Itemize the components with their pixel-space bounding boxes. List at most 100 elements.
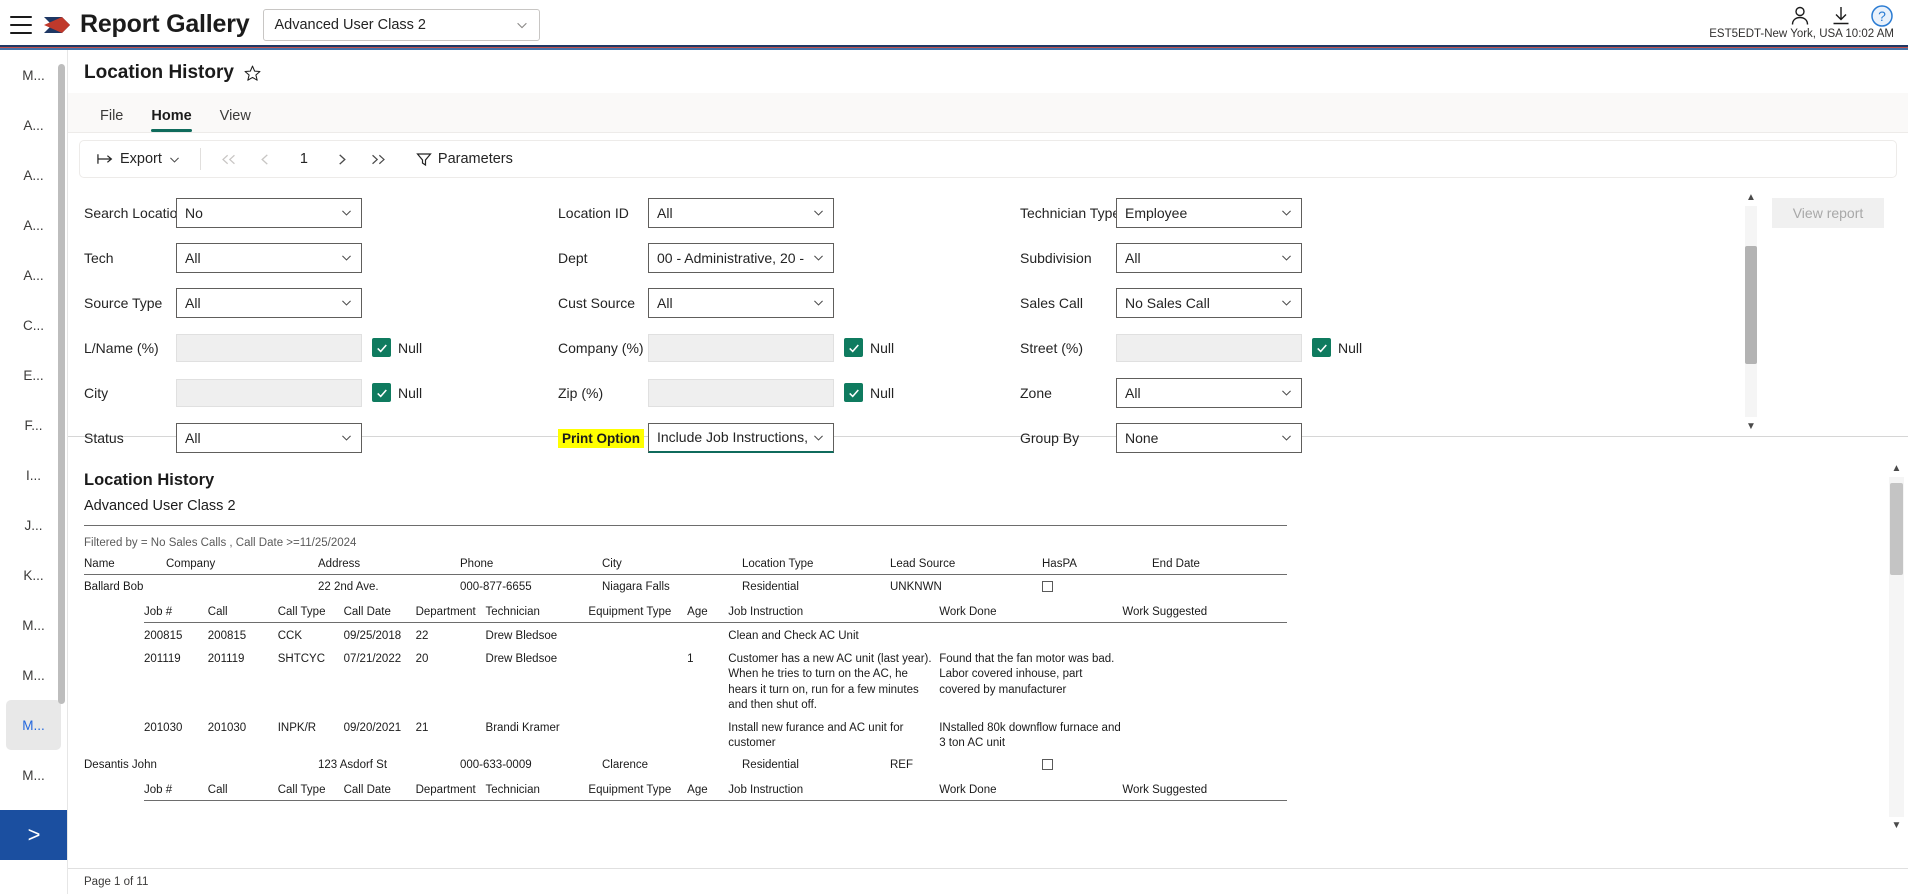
param-dropdown-cust-source[interactable]: All [648,287,834,318]
job-row[interactable]: 201030 201030 INPK/R 09/20/2021 21 Brandi Kra… [144,715,1287,753]
rail-item-14[interactable]: M... [6,750,61,800]
param-dropdown-location-id[interactable]: All [648,197,834,228]
first-page-button[interactable] [211,145,247,173]
sub-table-row: Job # Call Call Type Call Date Department Tec… [84,775,1287,802]
param-dropdown-source-type[interactable]: All [176,287,362,318]
rail-item-8[interactable]: I... [6,450,61,500]
param-null-group-city: Null [372,383,422,402]
param-input-street[interactable] [1116,333,1302,362]
table-row[interactable]: Desantis John 123 Asdorf St 000-633-0009 Cl… [84,753,1287,775]
sub-col-header: Department [415,597,486,623]
rail-item-6[interactable]: E... [6,350,61,400]
job-row[interactable]: 200815 200815 CCK 09/25/2018 22 Drew Bledsoe C… [144,623,1287,647]
chevron-down-icon [342,210,351,216]
cell-department: 20 [415,653,429,666]
param-dropdown-status[interactable]: All [176,422,362,453]
rail-item-0[interactable]: M... [6,50,61,100]
cell-call: 200815 [207,630,247,642]
param-dropdown-tech[interactable]: All [176,242,362,273]
page-header: Location History [68,50,1908,84]
rail-item-13[interactable]: M... [6,700,61,750]
param-dropdown-search-location[interactable]: No [176,197,362,228]
rail-item-12[interactable]: M... [6,650,61,700]
sub-col-header: Technician [485,597,589,623]
download-icon[interactable] [1829,4,1853,28]
param-label-zip: Zip (%) [558,384,604,401]
tab-view[interactable]: View [206,103,265,132]
cell-call-type: INPK/R [277,721,317,734]
export-button[interactable]: Export [88,147,190,171]
param-input-zip[interactable] [648,378,834,407]
param-input-city[interactable] [176,378,362,407]
prev-page-button[interactable] [247,145,283,173]
param-null-checkbox-zip[interactable] [844,383,863,402]
scroll-up-icon[interactable]: ▲ [1744,190,1758,204]
person-icon[interactable] [1788,4,1812,28]
user-class-value: Advanced User Class 2 [274,16,426,33]
param-dropdown-sales-call[interactable]: No Sales Call [1116,287,1302,318]
param-null-checkbox-l-name[interactable] [372,338,391,357]
param-null-checkbox-company[interactable] [844,338,863,357]
user-class-selector[interactable]: Advanced User Class 2 [263,8,541,41]
rail-item-7[interactable]: F... [6,400,61,450]
report-scroll-up-icon[interactable]: ▲ [1889,461,1904,476]
rail-item-11[interactable]: M... [6,600,61,650]
rail-item-10[interactable]: K... [6,550,61,600]
param-label-subdivision: Subdivision [1020,249,1092,266]
help-icon[interactable]: ? [1870,4,1894,28]
rail-item-5[interactable]: C... [6,300,61,350]
param-dropdown-subdivision[interactable]: All [1116,242,1302,273]
tab-home[interactable]: Home [137,103,205,132]
export-label: Export [120,151,162,167]
hamburger-icon[interactable] [10,15,32,34]
rail-item-label: F... [24,417,43,433]
param-null-checkbox-street[interactable] [1312,338,1331,357]
param-dropdown-dept[interactable]: 00 - Administrative, 20 - R [648,242,834,273]
rail-item-1[interactable]: A... [6,100,61,150]
param-dropdown-print-option[interactable]: Include Job Instructions, I [648,422,834,453]
job-row[interactable]: 201119 201119 SHTCYC 07/21/2022 20 Drew Bleds… [144,646,1287,715]
report-scroll-thumb[interactable] [1890,483,1903,575]
cell-age [687,623,728,647]
param-dropdown-group-by[interactable]: None [1116,422,1302,453]
view-report-button[interactable]: View report [1772,198,1884,228]
rail-item-4[interactable]: A... [6,250,61,300]
rail-item-label: M... [22,767,45,783]
report-scroll-down-icon[interactable]: ▼ [1889,818,1904,833]
report-scrollbar[interactable]: ▲ ▼ [1889,461,1904,833]
rail-item-label: A... [23,267,44,283]
param-null-group-zip: Null [844,383,894,402]
scroll-thumb[interactable] [1745,246,1757,364]
cell-phone: 000-633-0009 [460,759,532,772]
last-page-button[interactable] [361,145,397,173]
rail-item-label: K... [23,567,44,583]
star-icon[interactable] [243,64,262,83]
param-input-company[interactable] [648,333,834,362]
rail-item-9[interactable]: J... [6,500,61,550]
rail-scrollbar[interactable] [58,64,65,704]
rail-item-3[interactable]: A... [6,200,61,250]
parameters-button[interactable]: Parameters [407,147,522,171]
cell-address: 123 Asdorf St [318,759,388,772]
chevron-down-icon [342,255,351,261]
scroll-down-icon[interactable]: ▼ [1744,419,1758,433]
chevron-down-icon [1282,300,1291,306]
next-page-button[interactable] [325,145,361,173]
report-toolbar: Export 1 Parameters [79,140,1897,178]
chevron-down-icon [1282,435,1291,441]
parameters-scrollbar[interactable]: ▲ ▼ [1744,190,1758,433]
rail-expand-button[interactable]: > [0,810,67,860]
param-null-checkbox-city[interactable] [372,383,391,402]
sub-col-header: Technician [485,775,589,802]
page-number-input[interactable]: 1 [283,151,325,167]
sub-header-row: Job # Call Call Type Call Date Department Tec… [144,775,1287,802]
param-dropdown-zone[interactable]: All [1116,377,1302,408]
export-arrow-icon [97,154,113,164]
param-dropdown-technician-type[interactable]: Employee [1116,197,1302,228]
tab-file[interactable]: File [86,103,137,132]
param-input-l-name[interactable] [176,333,362,362]
param-label-print-option: Print Option [558,428,648,448]
rail-item-2[interactable]: A... [6,150,61,200]
table-row[interactable]: Ballard Bob 22 2nd Ave. 000-877-6655 Niagar… [84,575,1287,598]
sub-col-header: Call Type [277,775,344,802]
